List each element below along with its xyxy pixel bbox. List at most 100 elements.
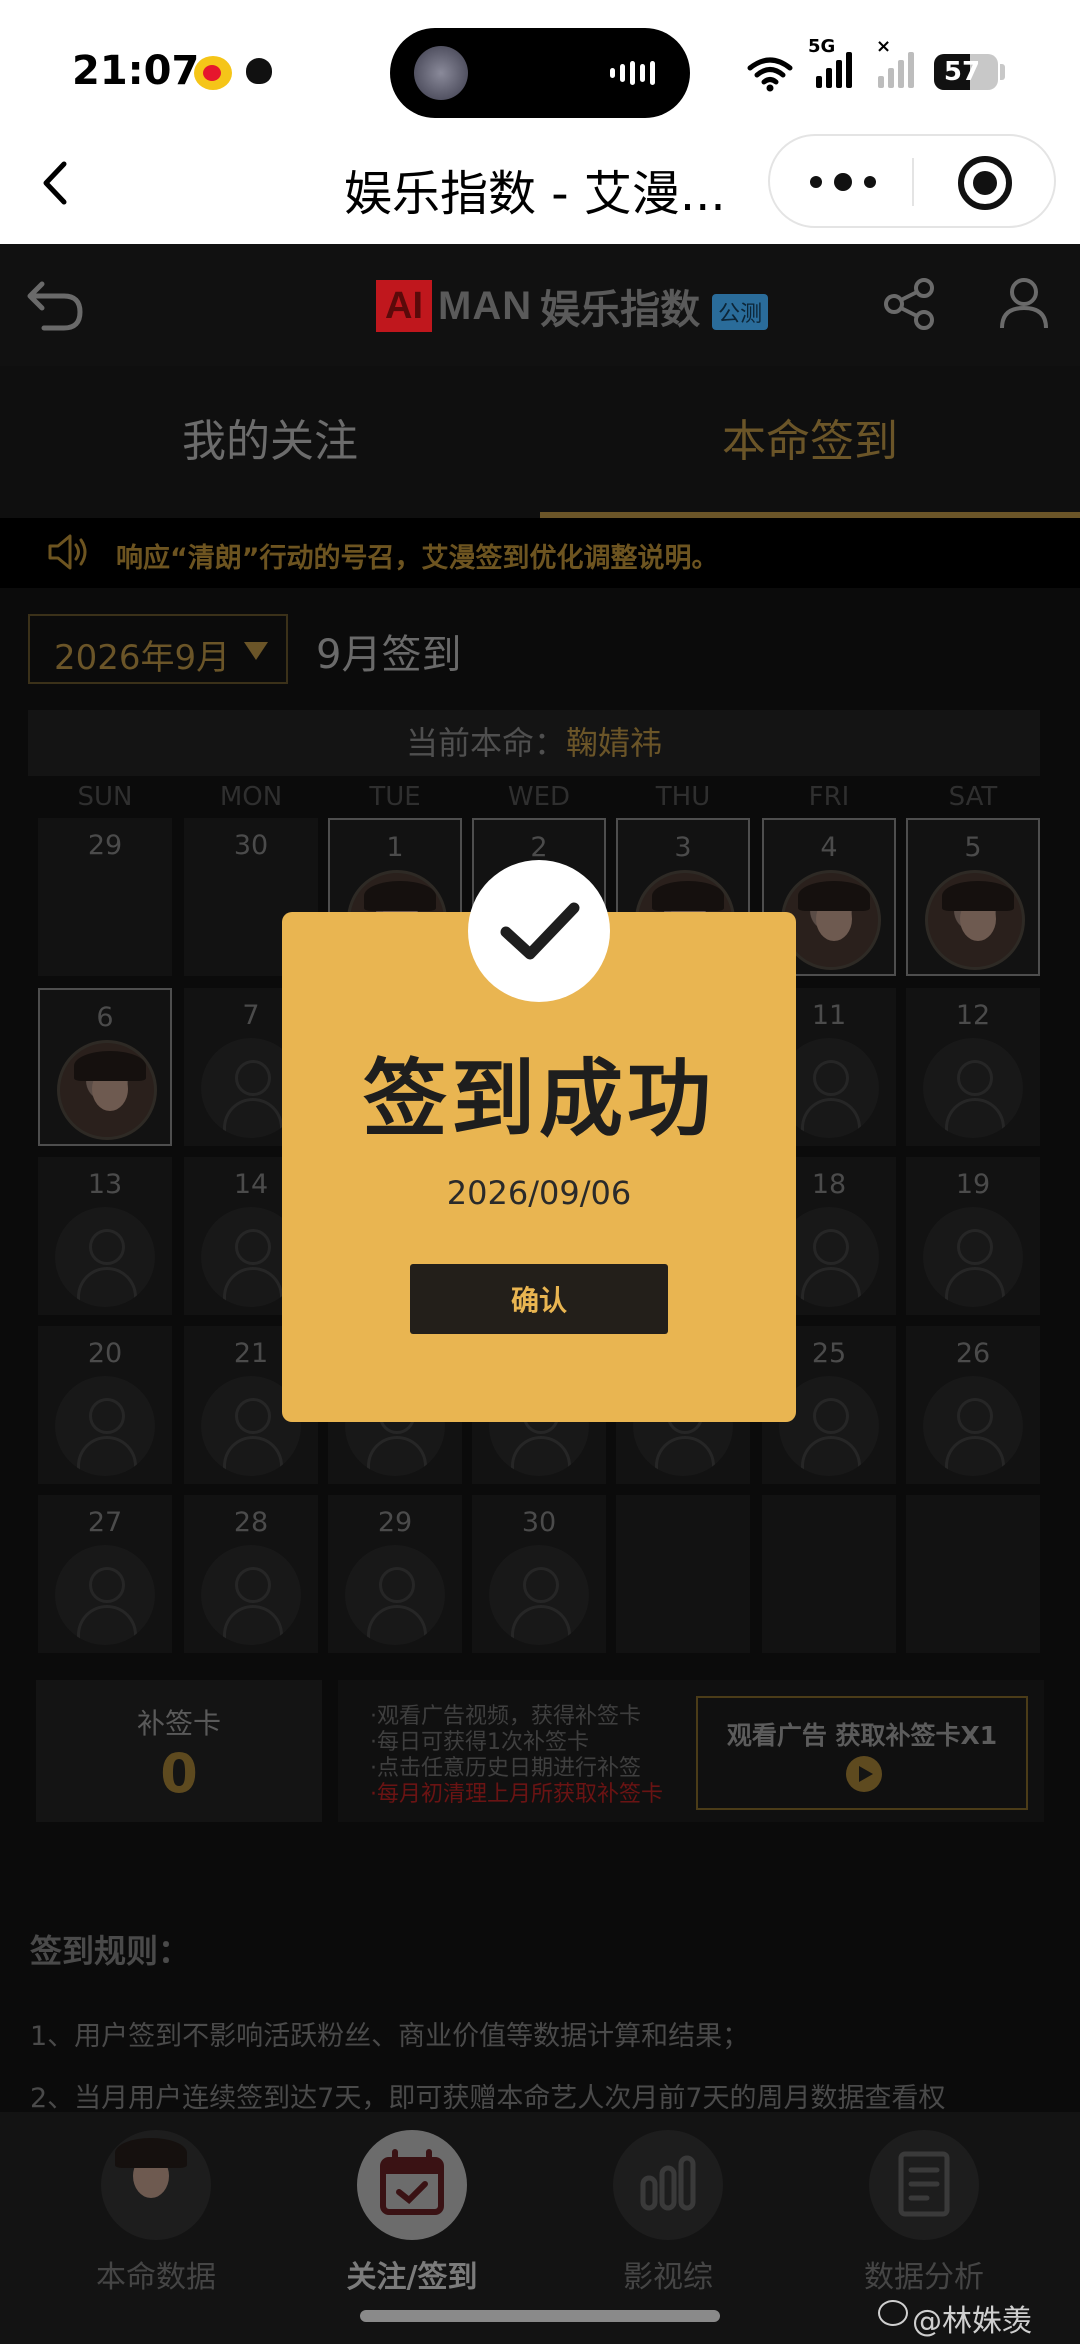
watch-ad-button[interactable]: 观看广告 获取补签卡X1	[696, 1696, 1028, 1810]
idol-avatar	[781, 870, 881, 970]
placeholder-avatar-icon	[345, 1545, 445, 1645]
battery-cap	[1000, 64, 1005, 80]
nav-label: 数据分析	[864, 2260, 984, 2295]
day-number: 27	[87, 1507, 123, 1538]
day-number: 4	[820, 832, 838, 863]
day-number: 6	[96, 1002, 114, 1033]
calendar-day[interactable]: 29	[38, 818, 172, 976]
back-chevron-icon[interactable]	[36, 158, 76, 208]
weekday-label: WED	[507, 782, 571, 812]
status-time: 21:07	[72, 48, 200, 94]
placeholder-avatar-icon	[55, 1545, 155, 1645]
close-target-icon[interactable]	[958, 156, 1012, 210]
current-idol-bar: 当前本命：鞠婧祎	[28, 710, 1040, 776]
weekday-label: THU	[655, 782, 711, 812]
day-number: 30	[233, 830, 269, 861]
weekday-label: FRI	[808, 782, 850, 812]
day-number: 5	[964, 832, 982, 863]
calendar-day[interactable]: 20	[38, 1326, 172, 1484]
album-art-icon	[414, 46, 468, 100]
calendar-day[interactable]: 28	[184, 1495, 318, 1653]
day-number: 12	[955, 1000, 991, 1031]
notice-text: 响应“清朗”行动的号召，艾漫签到优化调整说明。	[116, 543, 719, 574]
home-indicator[interactable]	[360, 2310, 720, 2322]
makeup-tips-panel: ·观看广告视频，获得补签卡 ·每日可获得1次补签卡 ·点击任意历史日期进行补签 …	[338, 1680, 1044, 1822]
calendar-day[interactable]: 19	[906, 1157, 1040, 1315]
tab-my-follow[interactable]: 我的关注	[0, 366, 540, 518]
weibo-watermark-icon	[878, 2300, 908, 2326]
logo-name: 娱乐指数	[540, 287, 701, 333]
makeup-card-count: 0	[160, 1742, 198, 1805]
user-icon[interactable]	[994, 272, 1054, 332]
battery-icon: 57	[934, 54, 998, 90]
day-number: 26	[955, 1338, 991, 1369]
dropdown-triangle-icon	[244, 642, 268, 660]
dynamic-island[interactable]	[390, 28, 690, 118]
battery-level: 57	[943, 57, 981, 87]
watermark-text: @林姝羡	[912, 2304, 1032, 2339]
wifi-icon	[747, 57, 793, 92]
signal-icon	[816, 52, 852, 88]
nav-item-data-analysis[interactable]: 数据分析	[824, 2130, 1024, 2310]
share-icon[interactable]	[880, 274, 940, 334]
weekday-header: SUN MON TUE WED THU FRI SAT	[0, 782, 1080, 818]
tab-bar: 我的关注 本命签到	[0, 366, 1080, 518]
calendar-day[interactable]: 26	[906, 1326, 1040, 1484]
logo-ai: AI	[376, 280, 432, 332]
nav-item-idol-data[interactable]: 本命数据	[56, 2130, 256, 2310]
status-bar: 21:07 5G × 57	[0, 0, 1080, 120]
calendar-day	[906, 1495, 1040, 1653]
day-number: 1	[386, 832, 404, 863]
more-dots-icon[interactable]	[810, 172, 876, 192]
calendar-day[interactable]: 27	[38, 1495, 172, 1653]
watermark: @林姝羡	[878, 2296, 1032, 2340]
return-arrow-icon[interactable]	[22, 274, 88, 334]
calendar-day	[616, 1495, 750, 1653]
day-number: 13	[87, 1169, 123, 1200]
weibo-icon	[194, 56, 232, 90]
mini-program-nav-bar: 娱乐指数 - 艾漫...	[0, 120, 1080, 244]
page-title: 娱乐指数 - 艾漫...	[344, 166, 726, 222]
capsule-menu	[768, 134, 1056, 228]
nav-item-film-tv[interactable]: 影视综	[568, 2130, 768, 2310]
nav-label: 影视综	[623, 2260, 713, 2295]
placeholder-avatar-icon	[55, 1207, 155, 1307]
notice-banner[interactable]: 响应“清朗”行动的号召，艾漫签到优化调整说明。	[0, 518, 1080, 588]
nav-label: 本命数据	[96, 2260, 216, 2295]
calendar-day[interactable]: 13	[38, 1157, 172, 1315]
month-dropdown-value: 2026年9月	[54, 638, 231, 678]
day-number: 20	[87, 1338, 123, 1369]
app-header: AI MAN 娱乐指数 公测	[0, 244, 1080, 366]
month-dropdown[interactable]: 2026年9月	[28, 614, 288, 684]
weekday-label: SUN	[77, 782, 133, 812]
secondary-signal-icon	[878, 52, 914, 88]
modal-date: 2026/09/06	[446, 1174, 632, 1212]
placeholder-avatar-icon	[923, 1038, 1023, 1138]
calendar-day[interactable]: 29	[328, 1495, 462, 1653]
day-number: 28	[233, 1507, 269, 1538]
day-number: 30	[521, 1507, 557, 1538]
calendar-day[interactable]: 5	[906, 818, 1040, 976]
cat-app-icon	[246, 58, 272, 84]
month-title: 9月签到	[316, 632, 462, 678]
capsule-divider	[912, 158, 914, 206]
placeholder-avatar-icon	[923, 1207, 1023, 1307]
idol-avatar	[57, 1040, 157, 1140]
calendar-day[interactable]: 6	[38, 988, 172, 1146]
confirm-button[interactable]: 确认	[410, 1264, 668, 1334]
placeholder-avatar-icon	[201, 1545, 301, 1645]
weekday-label: TUE	[369, 782, 421, 812]
tab-checkin[interactable]: 本命签到	[540, 366, 1080, 518]
rule-item: 2、当月用户连续签到达7天，即可获赠本命艺人次月前7天的周月数据查看权	[30, 2083, 946, 2114]
makeup-card-counter: 补签卡 0	[36, 1680, 322, 1822]
day-number: 3	[674, 832, 692, 863]
day-number: 29	[87, 830, 123, 861]
audio-wave-icon	[610, 60, 660, 86]
calendar-day[interactable]: 30	[472, 1495, 606, 1653]
nav-item-follow-checkin[interactable]: 关注/签到	[312, 2130, 512, 2310]
calendar-day	[762, 1495, 896, 1653]
nav-label: 关注/签到	[346, 2260, 478, 2295]
calendar-day[interactable]: 12	[906, 988, 1040, 1146]
watch-ad-label: 观看广告 获取补签卡X1	[726, 1721, 998, 1750]
check-icon	[468, 860, 610, 1002]
